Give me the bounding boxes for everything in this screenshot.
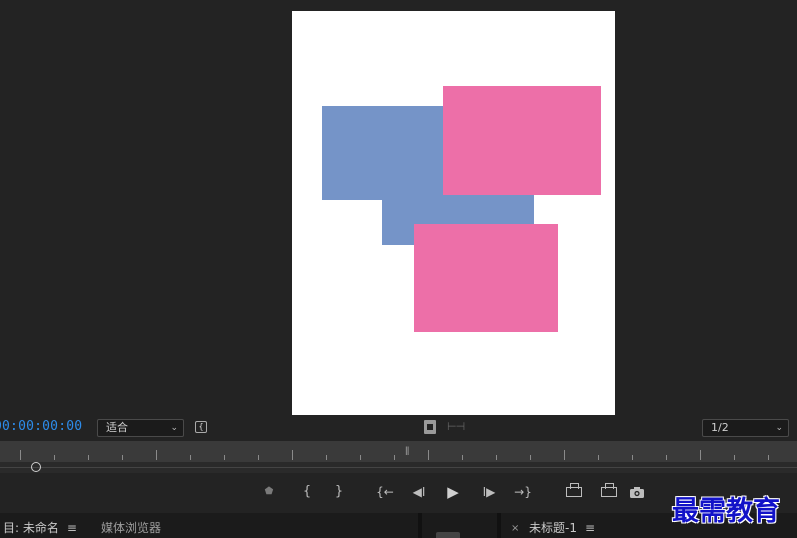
ruler-tick (496, 455, 497, 460)
time-ruler[interactable] (0, 441, 797, 462)
ruler-center-grip-icon[interactable]: ǁ (405, 446, 409, 456)
zoom-level-value: 适合 (106, 421, 128, 434)
mark-in-button[interactable]: { (300, 483, 314, 501)
ruler-tick (122, 455, 123, 460)
ruler-tick (20, 450, 21, 460)
ruler-tick (428, 450, 429, 460)
ruler-tick (666, 455, 667, 460)
ruler-tick (360, 455, 361, 460)
play-button[interactable]: ▶ (445, 483, 461, 501)
add-marker-button[interactable]: ⬟ (262, 483, 276, 501)
safe-margins-icon[interactable] (424, 420, 436, 434)
ruler-tick (292, 450, 293, 460)
playback-resolution-select[interactable]: 1/2 ⌄ (702, 419, 789, 437)
tab-sequence-label: 未标题-1 (529, 521, 577, 535)
watermark-logo: 最需教育 (672, 496, 780, 527)
blue-rectangle[interactable] (322, 106, 443, 200)
zoom-level-select[interactable]: 适合 ⌄ (97, 419, 184, 437)
ruler-tick (224, 455, 225, 460)
panel-thumbnail (436, 532, 460, 538)
pink-rectangle[interactable] (443, 86, 601, 195)
ruler-tick (54, 455, 55, 460)
comparison-view-icon[interactable]: ⊢⊣ (447, 420, 465, 433)
export-frame-button[interactable] (628, 483, 646, 501)
insert-icon (566, 483, 582, 497)
ruler-tick (564, 450, 565, 460)
program-monitor-canvas[interactable] (292, 11, 615, 415)
mark-out-button[interactable]: } (332, 483, 346, 501)
playback-resolution-value: 1/2 (711, 421, 729, 434)
ruler-tick (734, 455, 735, 460)
tab-sequence[interactable]: 未标题-1 ≡ (529, 519, 595, 536)
insert-button[interactable] (556, 483, 582, 501)
go-to-in-button[interactable]: {← (375, 483, 395, 501)
step-back-button[interactable]: ◀I (410, 483, 428, 501)
overwrite-button[interactable] (591, 483, 617, 501)
scrub-bar[interactable] (0, 462, 797, 473)
panel-divider[interactable] (497, 513, 501, 538)
ruler-tick (768, 455, 769, 460)
panel-menu-icon[interactable]: ≡ (67, 521, 77, 535)
chevron-down-icon: ⌄ (170, 423, 178, 433)
playhead-handle[interactable] (31, 462, 41, 472)
ruler-tick (598, 455, 599, 460)
tab-project[interactable]: 目: 未命名 ≡ (3, 519, 77, 536)
ruler-tick (462, 455, 463, 460)
ruler-tick (632, 455, 633, 460)
playhead-timecode[interactable]: 00:00:00:00 (0, 419, 82, 434)
overwrite-icon (601, 483, 617, 497)
ruler-tick (190, 455, 191, 460)
chevron-down-icon: ⌄ (775, 423, 783, 433)
ruler-tick (394, 455, 395, 460)
ruler-tick (156, 450, 157, 460)
tab-media-browser[interactable]: 媒体浏览器 (101, 519, 161, 536)
ruler-tick (326, 455, 327, 460)
settings-toggle-icon[interactable]: { (195, 421, 207, 433)
camera-icon (630, 487, 644, 498)
panel-divider[interactable] (418, 513, 422, 538)
panel-menu-icon[interactable]: ≡ (585, 521, 595, 535)
go-to-out-button[interactable]: →} (513, 483, 533, 501)
ruler-tick (530, 455, 531, 460)
ruler-tick (88, 455, 89, 460)
close-icon[interactable]: × (511, 523, 519, 534)
step-forward-button[interactable]: I▶ (480, 483, 498, 501)
tab-project-label: 目: 未命名 (3, 521, 59, 535)
ruler-tick (700, 450, 701, 460)
ruler-tick (258, 455, 259, 460)
pink-rectangle[interactable] (414, 224, 558, 332)
